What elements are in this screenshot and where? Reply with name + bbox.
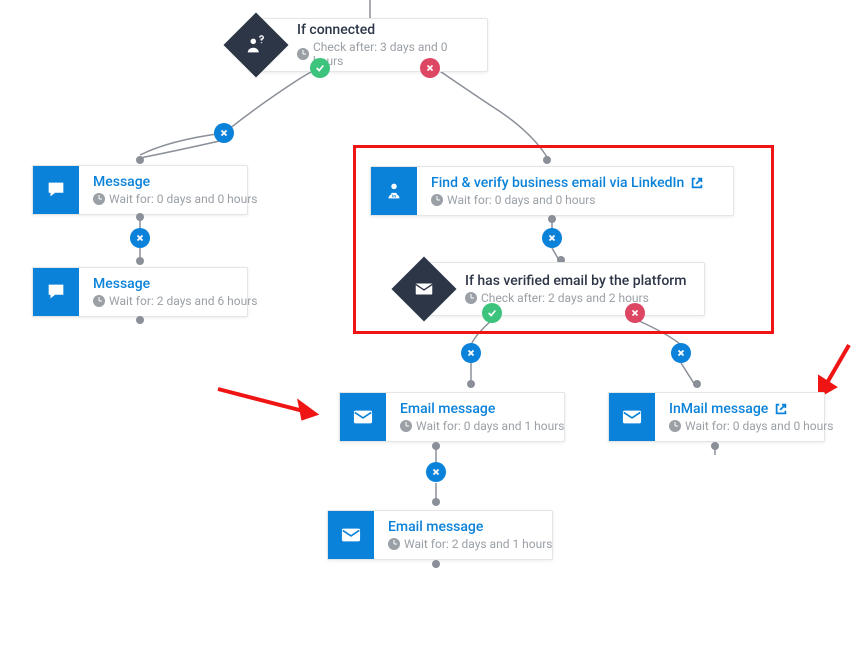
condition-subtext: Check after: 3 days and 0 hours [313,40,473,68]
step-subtext: Wait for: 0 days and 0 hours [109,192,258,206]
connector-dot [136,213,144,221]
clock-icon [93,295,105,307]
step-message[interactable]: Message Wait for: 0 days and 0 hours [32,165,248,215]
clock-icon [93,193,105,205]
highlight-box [353,145,774,334]
step-subtext: Wait for: 0 days and 0 hours [685,419,834,433]
clock-icon [297,48,309,60]
envelope-icon [340,393,386,441]
connector-dot [136,156,144,164]
envelope-icon [609,393,655,441]
step-title: Message [93,276,258,292]
connector-dot [432,442,440,450]
delete-step-icon[interactable] [461,343,481,363]
connector-dot [693,380,701,388]
clock-icon [669,420,681,432]
step-subtext: Wait for: 0 days and 1 hours [416,419,565,433]
step-email-message[interactable]: Email message Wait for: 0 days and 1 hou… [339,392,565,442]
step-title: Email message [388,519,553,535]
connector-dot [432,498,440,506]
step-subtext: Wait for: 2 days and 1 hours [404,537,553,551]
condition-if-connected[interactable]: If connected Check after: 3 days and 0 h… [255,18,488,72]
external-link-icon[interactable] [774,402,788,416]
connector-dot [467,380,475,388]
delete-step-icon[interactable] [426,462,446,482]
connector-dot [136,257,144,265]
condition-title: If connected [297,22,473,38]
step-title: InMail message [669,401,768,417]
step-inmail-message[interactable]: InMail message Wait for: 0 days and 0 ho… [608,392,825,442]
step-title: Email message [400,401,565,417]
step-email-message[interactable]: Email message Wait for: 2 days and 1 hou… [327,510,553,560]
connector-dot [136,316,144,324]
delete-step-icon[interactable] [130,228,150,248]
clock-icon [400,420,412,432]
branch-yes-icon[interactable] [310,58,330,78]
step-message[interactable]: Message Wait for: 2 days and 6 hours [32,267,248,317]
step-subtext: Wait for: 2 days and 6 hours [109,294,258,308]
connector-dot [432,560,440,568]
branch-no-icon[interactable] [420,58,440,78]
delete-step-icon[interactable] [214,123,234,143]
chat-icon [33,268,79,316]
delete-step-icon[interactable] [671,343,691,363]
clock-icon [388,538,400,550]
envelope-icon [328,511,374,559]
step-title: Message [93,174,258,190]
chat-icon [33,166,79,214]
connector-dot [711,442,719,450]
